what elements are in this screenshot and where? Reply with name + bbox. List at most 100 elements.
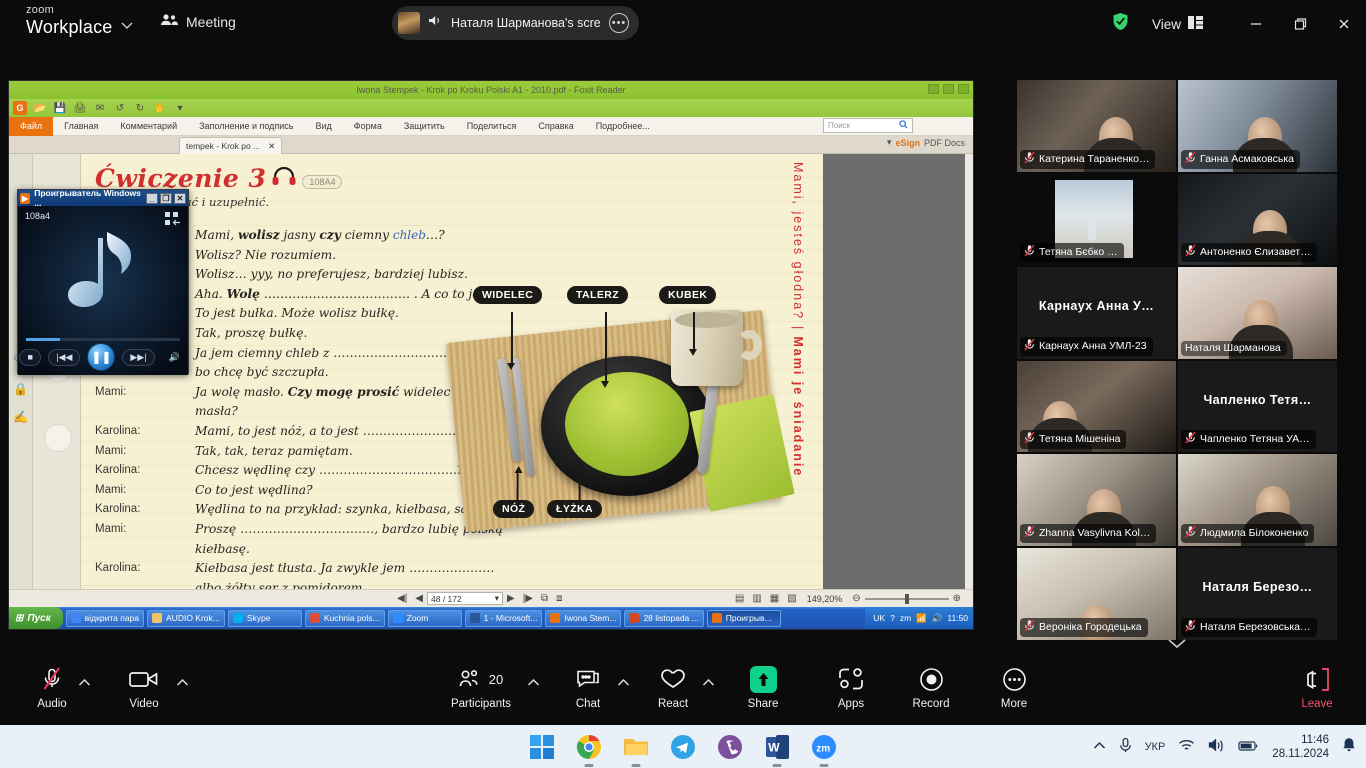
zoom-in-icon[interactable]: ⊕ [949,593,965,604]
ribbon-tab-protect[interactable]: Защитить [393,117,456,136]
file-explorer-icon[interactable] [623,734,649,767]
foxit-window-controls[interactable] [928,84,969,94]
chat-button[interactable]: Chat [559,664,617,710]
video-button[interactable]: Video [115,664,173,710]
email-icon[interactable]: ✉ [93,101,107,115]
next-page-icon[interactable]: ▶ [503,593,519,604]
shared-screen-region[interactable]: Iwona Stempek - Krok po Kroku Polski A1 … [8,80,974,630]
ribbon-tab-share[interactable]: Поделиться [456,117,528,136]
participant-tile[interactable]: Антоненко Єлизавет… [1178,173,1337,266]
xp-task-foxit[interactable]: Iwona Stem... [545,609,622,627]
chevron-down-icon[interactable]: ▾ [887,137,892,148]
facing-view-icon[interactable]: ▦ [766,593,783,604]
previous-button[interactable]: |◀◀ [48,348,81,366]
screen-share-indicator[interactable]: Наталя Шарманова's screen ••• [392,6,639,40]
network-icon[interactable]: 📶 [916,613,927,624]
chevron-down-icon[interactable]: ▾ [495,593,499,604]
viber-icon[interactable] [717,734,743,760]
participant-tile[interactable]: Ганна Асмаковська [1178,80,1337,172]
windows-media-player-window[interactable]: ▶ Проигрыватель Windows ... _ ❐ ✕ 108a4 [17,188,189,375]
react-button[interactable]: React [644,664,702,710]
xp-task-word[interactable]: 1 - Microsoft... [464,609,543,627]
participant-tile[interactable]: Людмила Білоконенко [1178,454,1337,546]
close-button[interactable] [1322,0,1366,48]
zoom-meeting-toolbar[interactable]: Audio Video 20 Participants Chat React S… [0,656,1366,725]
xp-task-chrome[interactable]: відкрита пара [65,609,145,627]
chevron-down-icon[interactable] [120,18,134,32]
prev-page-icon[interactable]: ◀ [411,593,427,604]
audio-button[interactable]: Audio [23,664,81,710]
apps-button[interactable]: Apps [822,664,880,710]
ribbon-tab-form[interactable]: Форма [343,117,393,136]
volume-icon[interactable]: 🔊 [162,349,187,366]
xp-system-tray[interactable]: UK ? zm 📶 🔊 11:50 [865,607,973,629]
participant-tile[interactable]: Тетяна Мішеніна [1017,360,1176,453]
zoom-slider[interactable] [864,593,949,604]
participant-tile[interactable]: Чапленко Тетя… Чапленко Тетяна УА… [1178,360,1337,453]
react-options-caret-icon[interactable] [702,678,715,689]
participant-grid[interactable]: Катерина Тараненко… Ганна Асмаковська Те… [1017,80,1337,640]
grid-scroll-down-button[interactable] [1017,630,1337,656]
taskbar-app-icons[interactable]: W zm [529,734,837,767]
close-icon[interactable]: ✕ [268,141,275,152]
single-page-view-icon[interactable]: ▤ [731,593,748,604]
video-options-caret-icon[interactable] [176,678,189,689]
foxit-search-box[interactable]: Поиск [823,118,913,133]
print-icon[interactable]: 🖨 [73,101,87,115]
view-button[interactable]: View [1143,11,1212,37]
wmp-window-controls[interactable]: _ ❐ ✕ [146,192,186,204]
ribbon-tab-help[interactable]: Справка [527,117,584,136]
wifi-icon[interactable] [1178,738,1195,755]
document-tab[interactable]: tempek - Krok po ... ✕ [179,137,283,154]
foxit-reader-window[interactable]: Iwona Stempek - Krok po Kroku Polski A1 … [9,81,973,629]
hand-tool-icon[interactable]: ✋ [153,101,167,115]
participants-options-caret-icon[interactable] [527,678,540,689]
save-icon[interactable]: 💾 [53,101,67,115]
participant-tile[interactable]: Наталя Березо… Наталя Березовська… [1178,547,1337,640]
participant-tile[interactable]: Zhanna Vasylivna Kol… [1017,454,1176,546]
ribbon-tab-comment[interactable]: Комментарий [109,117,188,136]
participant-tile[interactable]: Карнаух Анна У… Карнаух Анна УМЛ-23 [1017,267,1176,359]
zoom-icon[interactable]: zm [811,734,837,767]
pdf-page[interactable]: Ćwiczenie 3 108A4 Proszę posłuchać i uzu… [81,154,823,589]
wmp-minimize-button[interactable]: _ [146,192,158,204]
wmp-title-bar[interactable]: ▶ Проигрыватель Windows ... _ ❐ ✕ [18,188,188,208]
participant-tile[interactable]: Тетяна Бєбко … [1017,173,1176,266]
volume-icon[interactable]: 🔊 [932,613,943,624]
wmp-maximize-button[interactable]: ❐ [160,192,172,204]
wmp-controls[interactable]: ■ |◀◀ ❚❚ ▶▶| 🔊 [18,343,188,371]
esign-banner[interactable]: ▾ eSign PDF Docs [887,137,965,148]
participant-tile[interactable]: Катерина Тараненко… [1017,80,1176,172]
more-dots-icon[interactable]: ••• [609,13,629,33]
share-screen-button[interactable]: Share [734,664,792,710]
word-icon[interactable]: W [764,734,790,767]
start-icon[interactable] [529,734,555,760]
wmp-progress-bar[interactable] [26,338,180,341]
xp-task-kuchnia[interactable]: Kuchnia pols... [304,609,385,627]
page-number-field[interactable]: 48 / 172 ▾ [427,592,503,605]
wmp-view-mode-icon[interactable] [165,212,181,231]
xp-task-audio-folder[interactable]: AUDIO Krok... [147,609,225,627]
continuous-view-icon[interactable]: ▥ [748,593,765,604]
participant-tile[interactable]: Вероніка Городецька [1017,547,1176,640]
xp-taskbar[interactable]: ⊞ Пуск відкрита пара AUDIO Krok... Skype… [9,607,973,629]
more-button[interactable]: More [985,664,1043,710]
chrome-icon[interactable] [576,734,602,767]
chat-options-caret-icon[interactable] [617,678,630,689]
ribbon-tab-file[interactable]: Файл [9,116,54,136]
ribbon-tab-view[interactable]: Вид [305,117,343,136]
xp-clock[interactable]: 11:50 [947,613,968,623]
thumbnail-item[interactable] [44,424,72,452]
wmp-close-button[interactable]: ✕ [174,192,186,204]
record-button[interactable]: Record [902,664,960,710]
stop-button[interactable]: ■ [19,348,42,366]
rotate-icon[interactable]: ⧈ [552,593,566,604]
ribbon-tab-more[interactable]: Подробнее... [585,117,661,136]
lock-icon[interactable]: 🔒 [13,382,28,396]
xp-language-indicator[interactable]: UK [873,613,885,623]
undo-icon[interactable]: ↺ [113,101,127,115]
split-view-icon[interactable]: ▧ [783,593,800,604]
help-icon[interactable]: ? [890,613,895,623]
redo-icon[interactable]: ↻ [133,101,147,115]
maximize-button[interactable] [1278,0,1322,48]
